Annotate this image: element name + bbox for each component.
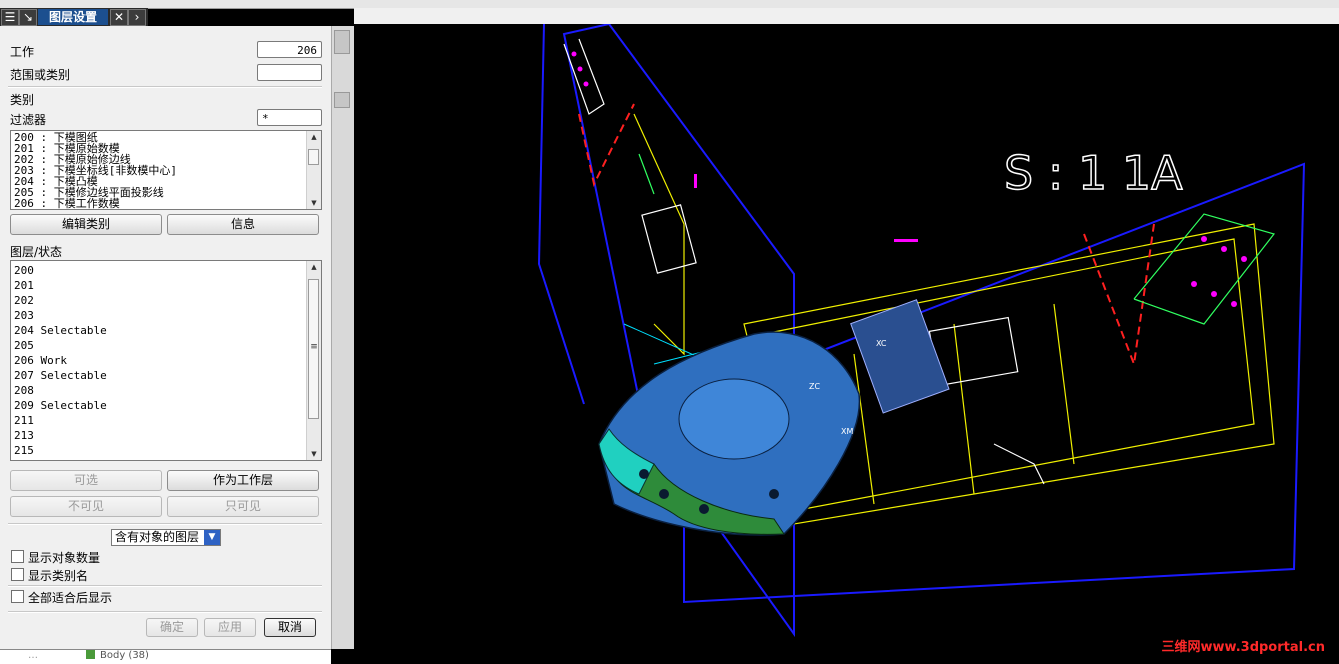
resource-tab[interactable] (334, 92, 350, 108)
filter-label: 过滤器 (10, 113, 47, 127)
dialog-titlebar: ☰ ↘ 图层设置 ✕ › (0, 8, 148, 26)
scroll-up-icon[interactable]: ▲ (307, 261, 321, 273)
dialog-title: 图层设置 (38, 9, 108, 25)
scroll-grip-icon: ≡ (310, 342, 318, 352)
body-icon (86, 650, 95, 659)
viewport-toolbar (354, 8, 1339, 25)
zc-axis-label: ZC (809, 382, 820, 391)
tree-node-label[interactable]: Body (38) (100, 650, 149, 661)
divider (8, 611, 322, 613)
cad-model-drawing: S : 1 1A XC ZC XM (537, 24, 1306, 638)
table-row[interactable]: 205 (14, 338, 107, 353)
close-icon[interactable]: ✕ (110, 9, 128, 26)
layer-filter-value: 含有对象的图层 (115, 530, 200, 544)
info-button[interactable]: 信息 (167, 214, 319, 235)
category-section-label: 类别 (10, 93, 35, 107)
table-row[interactable]: 207 Selectable (14, 368, 107, 383)
table-row[interactable]: 200 (14, 263, 107, 278)
table-row[interactable]: 203 (14, 308, 107, 323)
layer-scrollbar[interactable]: ▲ ≡ ▼ (306, 261, 321, 460)
layer-settings-dialog: 工作 206 范围或类别 类别 过滤器 * 200 : 下模图纸 201 : 下… (0, 26, 332, 649)
table-row[interactable]: 208 (14, 383, 107, 398)
range-category-label: 范围或类别 (10, 68, 71, 82)
fit-all-checkbox[interactable] (11, 590, 24, 603)
visible-only-button[interactable]: 只可见 (167, 496, 319, 517)
divider (8, 523, 322, 525)
cancel-button[interactable]: 取消 (264, 618, 316, 637)
layer-filter-select[interactable]: 含有对象的图层 ▼ (111, 529, 221, 546)
category-scrollbar[interactable]: ▲ ▼ (306, 131, 321, 209)
divider (8, 585, 322, 587)
table-row[interactable]: 209 Selectable (14, 398, 107, 413)
work-layer-input[interactable]: 206 (257, 41, 322, 58)
invisible-button[interactable]: 不可见 (10, 496, 162, 517)
work-layer-label: 工作 (10, 45, 35, 59)
resource-tab[interactable] (334, 30, 350, 54)
show-object-count-checkbox[interactable] (11, 550, 24, 563)
show-category-names-label: 显示类别名 (28, 569, 89, 583)
table-row[interactable]: 213 (14, 428, 107, 443)
scroll-down-icon[interactable]: ▼ (307, 448, 321, 460)
watermark-text: 三维网www.3dportal.cn (1161, 640, 1325, 655)
menu-icon[interactable]: ☰ (1, 9, 19, 26)
fit-all-label: 全部适合后显示 (28, 591, 113, 605)
selectable-button[interactable]: 可选 (10, 470, 162, 491)
layer-status-label: 图层/状态 (10, 245, 63, 259)
table-row[interactable]: 201 (14, 278, 107, 293)
scroll-down-icon[interactable]: ▼ (307, 197, 321, 209)
scale-text: S : 1 1A (1004, 146, 1183, 200)
range-category-input[interactable] (257, 64, 322, 81)
scroll-thumb[interactable] (308, 149, 319, 165)
ok-button[interactable]: 确定 (146, 618, 198, 637)
table-row[interactable]: 215 (14, 443, 107, 458)
scroll-up-icon[interactable]: ▲ (307, 131, 321, 143)
category-list[interactable]: 200 : 下模图纸 201 : 下模原始数模 202 : 下模原始修边线 20… (10, 130, 322, 210)
filter-input[interactable]: * (257, 109, 322, 126)
show-category-names-checkbox[interactable] (11, 568, 24, 581)
chevron-right-icon[interactable]: › (128, 9, 146, 26)
xc-axis-label: XC (876, 339, 887, 348)
apply-button[interactable]: 应用 (204, 618, 256, 637)
resource-bar (331, 26, 354, 649)
make-work-layer-button[interactable]: 作为工作层 (167, 470, 319, 491)
table-row[interactable]: 211 (14, 413, 107, 428)
table-row[interactable]: 202 (14, 293, 107, 308)
table-row[interactable]: 204 Selectable (14, 323, 107, 338)
list-item[interactable]: 206 : 下模工作数模 (14, 198, 177, 209)
layer-status-list[interactable]: 200 201 202 203 204 Selectable 205 206 W… (10, 260, 322, 461)
table-row[interactable]: 206 Work (14, 353, 107, 368)
xm-axis-label: XM (841, 427, 853, 436)
graphics-viewport[interactable]: S : 1 1A XC ZC XM 三维网www.3dportal.cn (354, 24, 1339, 663)
edit-category-button[interactable]: 编辑类别 (10, 214, 162, 235)
show-object-count-label: 显示对象数量 (28, 551, 101, 565)
select-arrow-icon[interactable]: ↘ (19, 9, 37, 26)
part-navigator-strip: … Body (38) (0, 649, 331, 664)
tree-connector: … (28, 650, 38, 661)
divider (8, 86, 322, 88)
chevron-down-icon[interactable]: ▼ (204, 530, 220, 545)
